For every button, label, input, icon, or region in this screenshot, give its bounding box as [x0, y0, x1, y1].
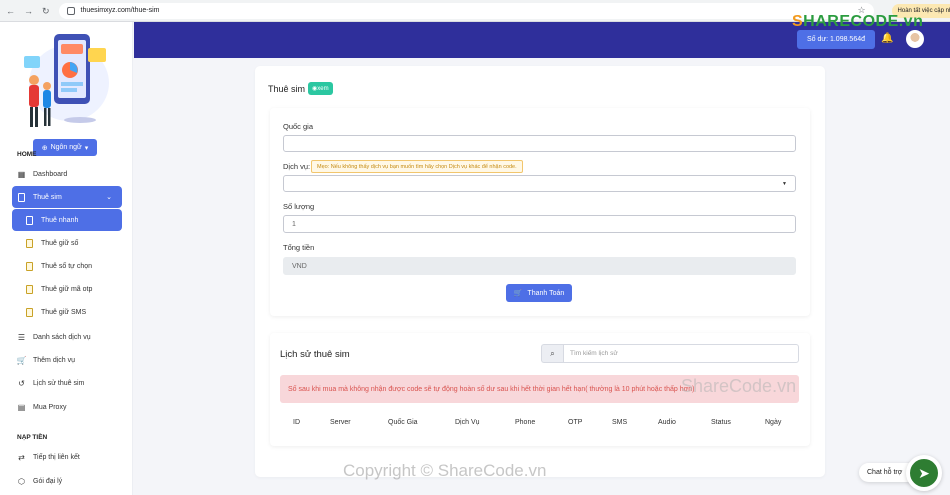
globe-icon: ⊕ [41, 144, 48, 152]
caret-down-icon: ▼ [782, 180, 787, 187]
sidebar-item-dashboard[interactable]: ▦ Dashboard [12, 163, 122, 185]
section-home: HOME [17, 151, 37, 158]
sharecode-logo: SHARECODE.vn [792, 13, 923, 31]
dashboard-icon: ▦ [17, 169, 26, 179]
watermark-bottom: Copyright © ShareCode.vn [343, 461, 547, 480]
avatar[interactable] [906, 30, 924, 48]
sidebar-item-label: Thuê giữ mã otp [41, 285, 93, 293]
reload-icon[interactable]: ↻ [42, 6, 50, 16]
sidebar-item-label: Lịch sử thuê sim [33, 379, 85, 387]
view-badge-label: xem [317, 86, 329, 92]
caret-down-icon: ▾ [84, 144, 89, 152]
address-bar[interactable]: thuesimxyz.com/thue-sim ☆ [58, 2, 874, 19]
sidebar-subitem-keep-sms[interactable]: Thuê giữ SMS [12, 301, 122, 323]
history-search: ⌕ Tìm kiếm lịch sử [541, 344, 799, 363]
phone-illustration-icon [24, 34, 109, 127]
column-header: Phone [515, 419, 536, 426]
quantity-label: Số lượng [283, 202, 315, 211]
sidebar-item-affiliate[interactable]: ⇄ Tiếp thị liên kết [12, 446, 122, 468]
column-header: Quốc Gia [388, 419, 418, 426]
sidebar-subitem-keep-number[interactable]: Thuê giữ số [12, 232, 122, 254]
sidebar-item-agent-pack[interactable]: ⬡ Gói đại lý [12, 470, 122, 492]
sidebar-item-label: Thuê số tự chọn [41, 262, 92, 270]
sidebar-item-label: Dashboard [33, 170, 68, 178]
package-icon: ⬡ [18, 476, 25, 486]
column-header: Status [711, 419, 731, 426]
sidebar-item-service-list[interactable]: ☰ Danh sách dịch vụ [12, 326, 122, 348]
forward-icon[interactable]: → [24, 6, 33, 16]
history-title: Lịch sử thuê sim [280, 349, 350, 360]
list-icon: ☰ [17, 332, 26, 342]
sidebar-item-label: Tiếp thị liên kết [33, 453, 80, 461]
server-icon: ▤ [17, 402, 26, 412]
sidebar-item-label: Thuê sim [33, 193, 62, 201]
column-header: Ngày [765, 419, 782, 426]
sidebar: ⊕ Ngôn ngữ ▾ HOME ▦ Dashboard Thuê sim ⌄… [0, 22, 133, 495]
chevron-down-icon: ⌄ [106, 194, 112, 201]
url-text: thuesimxyz.com/thue-sim [80, 7, 160, 14]
sidebar-item-label: Thêm dịch vụ [33, 356, 76, 364]
sidebar-subitem-quick-rent[interactable]: Thuê nhanh [12, 209, 122, 231]
balance-button[interactable]: Số dư: 1.098.564đ [797, 30, 875, 49]
language-button[interactable]: ⊕ Ngôn ngữ ▾ [33, 139, 97, 156]
service-tip: Mẹo: Nếu không thấy dịch vụ bạn muốn tìm… [311, 160, 523, 173]
logo-text: HARECODE.vn [803, 13, 924, 30]
chat-button[interactable]: ➤ [906, 455, 942, 491]
document-icon [25, 215, 34, 225]
sidebar-subitem-keep-otp[interactable]: Thuê giữ mã otp [12, 278, 122, 300]
bell-icon[interactable]: 🔔 [881, 33, 893, 44]
sidebar-item-add-service[interactable]: 🛒 Thêm dịch vụ [12, 349, 122, 371]
sidebar-item-history[interactable]: ↺ Lịch sử thuê sim [12, 372, 122, 394]
document-icon [25, 284, 34, 294]
pay-button[interactable]: 🛒 Thanh Toán [506, 284, 572, 302]
quantity-input[interactable]: 1 [283, 215, 796, 233]
sidebar-item-proxy[interactable]: ▤ Mua Proxy [12, 396, 122, 418]
column-header: ID [293, 419, 300, 426]
column-header: Audio [658, 419, 676, 426]
cart-icon: 🛒 [513, 290, 523, 297]
document-icon [25, 307, 34, 317]
column-header: Dịch Vụ [455, 419, 480, 426]
column-header: SMS [612, 419, 628, 426]
total-label: Tổng tiền [283, 243, 315, 252]
view-badge[interactable]: ◉xem [308, 82, 333, 95]
sidebar-subitem-choose-number[interactable]: Thuê số tự chọn [12, 255, 122, 277]
handshake-icon: ⇄ [18, 452, 25, 462]
column-header: Server [330, 419, 351, 426]
sidebar-item-label: Mua Proxy [33, 403, 67, 411]
sidebar-item-label: Thuê giữ số [41, 239, 79, 247]
search-icon[interactable]: ⌕ [541, 344, 563, 363]
history-icon: ↺ [18, 378, 25, 388]
total-field: VND [283, 257, 796, 275]
history-search-input[interactable]: Tìm kiếm lịch sử [563, 344, 799, 363]
site-info-icon[interactable] [66, 6, 75, 15]
logo-prefix: S [792, 13, 804, 30]
sidebar-item-label: Danh sách dịch vụ [33, 333, 91, 341]
service-select[interactable]: ▼ [283, 175, 796, 192]
country-input[interactable] [283, 135, 796, 152]
page-title-text: Thuê sim [268, 83, 306, 94]
pay-button-label: Thanh Toán [527, 289, 565, 297]
back-icon[interactable]: ← [6, 6, 15, 16]
service-label: Dịch vụ: [283, 162, 311, 171]
language-button-label: Ngôn ngữ [50, 144, 82, 151]
watermark-middle: ShareCode.vn [681, 376, 797, 396]
document-icon [25, 261, 34, 271]
column-header: OTP [568, 419, 583, 426]
country-label: Quốc gia [283, 122, 314, 131]
send-icon: ➤ [918, 464, 930, 481]
page-title: Thuê sim ◉xem [268, 82, 333, 95]
section-topup: NẠP TIỀN [17, 434, 48, 441]
document-icon [25, 238, 34, 248]
sidebar-item-label: Thuê giữ SMS [41, 308, 87, 316]
sidebar-item-label: Thuê nhanh [41, 216, 79, 224]
sidebar-item-rent-sim[interactable]: Thuê sim ⌄ [12, 186, 122, 208]
cart-icon: 🛒 [16, 355, 27, 365]
document-icon [17, 192, 26, 202]
sidebar-item-label: Gói đại lý [33, 477, 63, 485]
